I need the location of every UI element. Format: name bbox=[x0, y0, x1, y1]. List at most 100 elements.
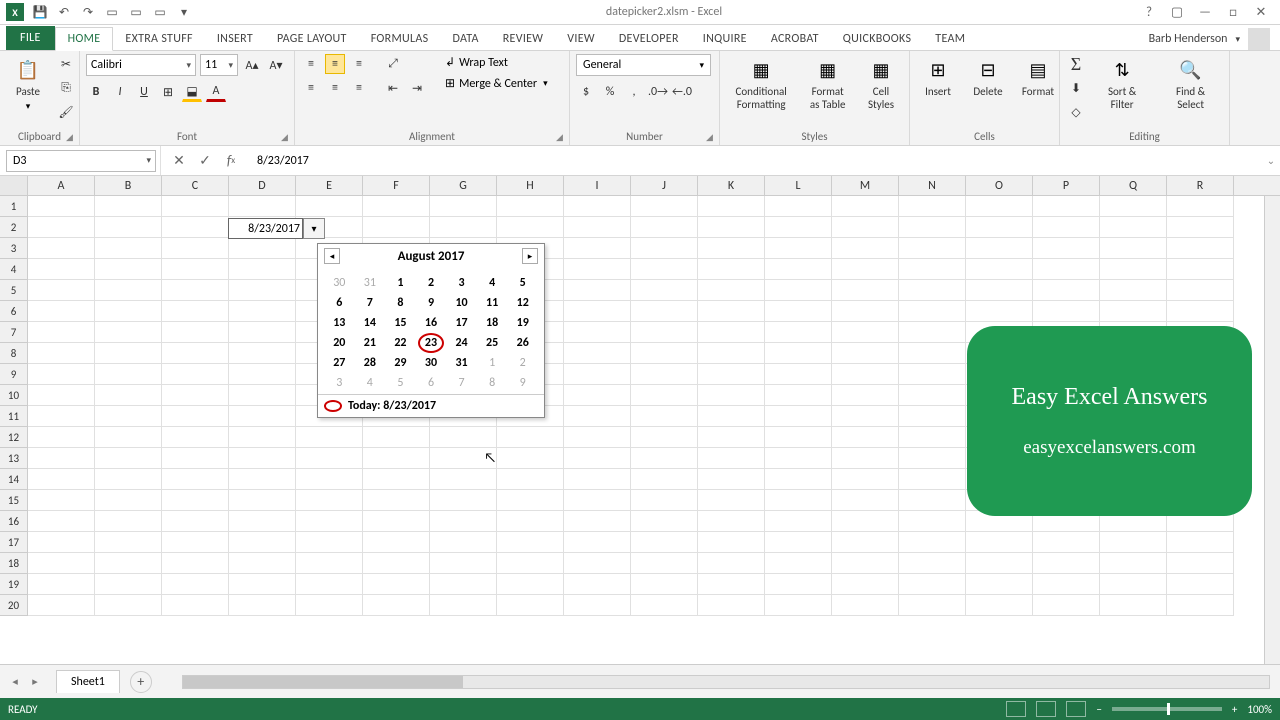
cell[interactable] bbox=[631, 553, 698, 574]
cell[interactable] bbox=[832, 343, 899, 364]
row-header-12[interactable]: 12 bbox=[0, 427, 28, 448]
align-right-icon[interactable]: ≡ bbox=[349, 78, 369, 98]
cell[interactable] bbox=[28, 553, 95, 574]
redo-icon[interactable]: ↷ bbox=[80, 4, 96, 20]
cell[interactable] bbox=[497, 532, 564, 553]
cell[interactable] bbox=[698, 595, 765, 616]
cell[interactable] bbox=[1033, 259, 1100, 280]
zoom-level[interactable]: 100% bbox=[1247, 703, 1272, 716]
cell[interactable] bbox=[1100, 280, 1167, 301]
cell[interactable] bbox=[229, 532, 296, 553]
find-select-button[interactable]: 🔍Find & Select bbox=[1158, 54, 1223, 113]
calendar-day[interactable]: 18 bbox=[477, 314, 508, 332]
cell[interactable] bbox=[832, 280, 899, 301]
cell[interactable] bbox=[430, 574, 497, 595]
cell[interactable] bbox=[698, 364, 765, 385]
cell[interactable] bbox=[832, 364, 899, 385]
calendar-day[interactable]: 3 bbox=[446, 274, 477, 292]
qat-btn-2[interactable]: ▭ bbox=[128, 4, 144, 20]
cell[interactable] bbox=[832, 385, 899, 406]
cell[interactable] bbox=[497, 196, 564, 217]
cell[interactable] bbox=[229, 301, 296, 322]
calendar-day[interactable]: 12 bbox=[507, 294, 538, 312]
row-header-17[interactable]: 17 bbox=[0, 532, 28, 553]
cell[interactable] bbox=[162, 406, 229, 427]
help-icon[interactable]: ? bbox=[1138, 3, 1160, 21]
undo-icon[interactable]: ↶ bbox=[56, 4, 72, 20]
cell[interactable] bbox=[966, 532, 1033, 553]
minimize-icon[interactable]: — bbox=[1194, 3, 1216, 21]
cell[interactable] bbox=[832, 553, 899, 574]
user-avatar-icon[interactable] bbox=[1248, 28, 1270, 50]
column-header-G[interactable]: G bbox=[430, 176, 497, 195]
cell[interactable] bbox=[229, 196, 296, 217]
accounting-format-icon[interactable]: $ bbox=[576, 82, 596, 102]
cell[interactable] bbox=[832, 595, 899, 616]
cell[interactable] bbox=[631, 385, 698, 406]
column-header-P[interactable]: P bbox=[1033, 176, 1100, 195]
calendar-day[interactable]: 9 bbox=[416, 294, 447, 312]
tab-data[interactable]: DATA bbox=[440, 28, 490, 50]
cell[interactable] bbox=[363, 595, 430, 616]
ribbon-options-icon[interactable]: ▢ bbox=[1166, 3, 1188, 21]
cell[interactable] bbox=[899, 301, 966, 322]
sheet-nav-prev-icon[interactable]: ◂ bbox=[6, 673, 24, 691]
cell[interactable] bbox=[832, 259, 899, 280]
tab-quickbooks[interactable]: QuickBooks bbox=[831, 28, 924, 50]
calendar-day[interactable]: 8 bbox=[477, 374, 508, 392]
formula-input[interactable] bbox=[249, 150, 1262, 172]
decrease-decimal-icon[interactable]: ←.0 bbox=[672, 82, 692, 102]
border-icon[interactable]: ⊞ bbox=[158, 82, 178, 102]
calendar-day[interactable]: 10 bbox=[446, 294, 477, 312]
column-header-J[interactable]: J bbox=[631, 176, 698, 195]
maximize-icon[interactable]: □ bbox=[1222, 3, 1244, 21]
cell[interactable] bbox=[564, 574, 631, 595]
cell[interactable] bbox=[698, 427, 765, 448]
row-header-5[interactable]: 5 bbox=[0, 280, 28, 301]
cell[interactable] bbox=[28, 238, 95, 259]
cell[interactable] bbox=[765, 238, 832, 259]
cell[interactable] bbox=[966, 574, 1033, 595]
cell[interactable] bbox=[28, 469, 95, 490]
cell[interactable] bbox=[631, 322, 698, 343]
cell[interactable] bbox=[899, 238, 966, 259]
cell[interactable] bbox=[1100, 553, 1167, 574]
cell[interactable] bbox=[1167, 280, 1234, 301]
calendar-day[interactable]: 3 bbox=[324, 374, 355, 392]
calendar-day[interactable]: 19 bbox=[507, 314, 538, 332]
underline-button[interactable]: U bbox=[134, 82, 154, 102]
cell[interactable] bbox=[564, 595, 631, 616]
calendar-day[interactable]: 4 bbox=[355, 374, 386, 392]
delete-cells-button[interactable]: ⊟Delete bbox=[966, 54, 1010, 101]
calendar-day[interactable]: 2 bbox=[507, 354, 538, 372]
cell[interactable] bbox=[765, 448, 832, 469]
conditional-formatting-button[interactable]: ▦Conditional Formatting bbox=[726, 54, 796, 113]
cell[interactable] bbox=[95, 469, 162, 490]
calendar-day[interactable]: 21 bbox=[355, 334, 386, 352]
fill-icon[interactable]: ⬇ bbox=[1066, 78, 1086, 98]
cell[interactable] bbox=[564, 448, 631, 469]
cell[interactable] bbox=[363, 532, 430, 553]
cell[interactable] bbox=[899, 427, 966, 448]
cell[interactable] bbox=[363, 217, 430, 238]
cell[interactable] bbox=[698, 238, 765, 259]
cell[interactable] bbox=[631, 280, 698, 301]
column-header-L[interactable]: L bbox=[765, 176, 832, 195]
cell[interactable] bbox=[162, 595, 229, 616]
cell-d3[interactable]: 8/23/2017 bbox=[228, 218, 303, 239]
cell[interactable] bbox=[162, 511, 229, 532]
cell[interactable] bbox=[899, 280, 966, 301]
cell[interactable] bbox=[162, 322, 229, 343]
row-header-15[interactable]: 15 bbox=[0, 490, 28, 511]
cell[interactable] bbox=[832, 511, 899, 532]
cell[interactable] bbox=[765, 280, 832, 301]
horizontal-scrollbar[interactable] bbox=[182, 675, 1270, 689]
number-format-select[interactable]: General▾ bbox=[576, 54, 711, 76]
cell[interactable] bbox=[95, 406, 162, 427]
user-menu-icon[interactable]: ▾ bbox=[1235, 34, 1240, 45]
cell[interactable] bbox=[28, 406, 95, 427]
increase-decimal-icon[interactable]: .0→ bbox=[648, 82, 668, 102]
cell[interactable] bbox=[899, 553, 966, 574]
cell[interactable] bbox=[899, 406, 966, 427]
calendar-day[interactable]: 30 bbox=[416, 354, 447, 372]
